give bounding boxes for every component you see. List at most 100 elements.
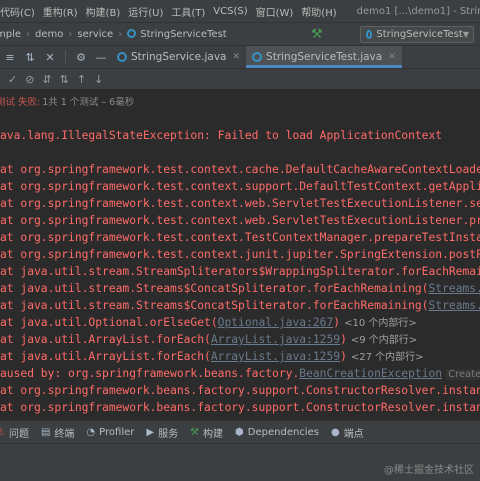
tool-window-problems[interactable]: ⚠问题	[0, 425, 29, 440]
tool-window-profiler[interactable]: ◔ Profiler	[86, 427, 134, 438]
menu-code[interactable]: 代码(C)	[0, 4, 39, 19]
stack-frame-text: at org.springframework.beans.factory.sup…	[0, 384, 480, 397]
stack-frame-text: at java.util.ArrayList.forEach(	[0, 350, 211, 363]
console-line: at java.util.stream.StreamSpliterators$W…	[0, 263, 480, 280]
console-line: at java.util.ArrayList.forEach(ArrayList…	[0, 348, 424, 365]
menu-bar: 代码(C) 重构(R) 构建(B) 运行(U) 工具(T) VCS(S) 窗口(…	[0, 0, 480, 23]
source-link[interactable]: BeanCreationException	[299, 367, 442, 380]
menu-window[interactable]: 窗口(W)	[252, 4, 298, 19]
stack-frame-text: at org.springframework.test.context.supp…	[0, 180, 480, 193]
console-line: at org.springframework.beans.factory.sup…	[0, 399, 480, 416]
console-line: at java.util.stream.Streams$ConcatSplite…	[0, 280, 480, 297]
breadcrumb-class[interactable]: StringServiceTest	[127, 28, 227, 40]
close-icon[interactable]: ✕	[232, 52, 240, 62]
tool-window-label: 问题	[8, 428, 29, 440]
down-icon[interactable]: ↓	[94, 73, 103, 86]
source-link[interactable]: Streams.java	[428, 299, 480, 312]
collapse-icon[interactable]: ⇅	[22, 51, 38, 64]
create-breakpoint-link[interactable]: Create breakpoi	[446, 369, 480, 380]
tool-window-breakpoints[interactable]: ● 端点	[331, 425, 364, 440]
profiler-icon: ◔	[86, 426, 96, 438]
tab-string-service-test[interactable]: StringServiceTest.java ✕	[246, 46, 402, 68]
sort-alpha-icon[interactable]: ⇅	[60, 73, 69, 86]
dependencies-icon: ⬢	[235, 426, 244, 438]
source-link[interactable]: Streams.java	[428, 282, 480, 295]
test-toolbar: ✓ ⊘ ⇵ ⇅ ↑ ↓	[0, 69, 480, 90]
breadcrumb-demo[interactable]: demo	[35, 29, 63, 40]
test-summary: 1共 1 个测试 – 6毫秒	[42, 96, 135, 108]
tool-window-label: Dependencies	[247, 426, 319, 438]
test-status: 测试 失败: 1共 1 个测试 – 6毫秒	[0, 90, 480, 111]
watermark: @稀土掘金技术社区	[384, 465, 474, 476]
run-config-dropdown[interactable]: StringServiceTest ▼	[360, 26, 474, 43]
breadcrumb-project[interactable]: mple	[0, 29, 21, 40]
stack-frame-text: at java.util.stream.Streams$ConcatSplite…	[0, 282, 429, 295]
console-line: aused by: org.springframework.beans.fact…	[0, 365, 480, 382]
class-icon	[252, 52, 263, 62]
menu-run[interactable]: 运行(U)	[124, 4, 167, 19]
stack-frame-text: at java.util.Optional.orElseGet(	[0, 316, 218, 329]
tool-window-services[interactable]: ▶ 服务	[146, 425, 178, 440]
tab-string-service[interactable]: StringService.java ✕	[111, 46, 246, 68]
up-icon[interactable]: ↑	[77, 73, 86, 86]
folded-lines-toggle[interactable]: <10 个内部行>	[344, 318, 417, 329]
check-icon[interactable]: ✓	[8, 73, 17, 86]
folded-lines-toggle[interactable]: <9 个内部行>	[351, 335, 417, 346]
caused-by-text: aused by: org.springframework.beans.fact…	[0, 367, 300, 380]
console-line: at org.springframework.test.context.web.…	[0, 195, 480, 212]
close-panel-icon[interactable]: ✕	[42, 51, 58, 64]
tab-label: StringService.java	[131, 51, 227, 63]
console-line: at java.util.Optional.orElseGet(Optional…	[0, 314, 417, 331]
menu-help[interactable]: 帮助(H)	[297, 4, 340, 19]
console-line: at java.util.ArrayList.forEach(ArrayList…	[0, 331, 417, 348]
console-line: at org.springframework.test.context.cach…	[0, 161, 480, 178]
services-icon: ▶	[146, 426, 155, 438]
stack-frame-text: at java.util.stream.Streams$ConcatSplite…	[0, 299, 429, 312]
tool-window-bar: ⚠问题 ▤终端 ◔Profiler ▶服务 ⚒构建 ⬢Dependencies ●端点	[0, 420, 480, 443]
tool-window-label: 构建	[203, 428, 224, 440]
gear-icon[interactable]: ⚙	[73, 51, 89, 64]
console-line: at org.springframework.test.context.juni…	[0, 246, 480, 263]
stack-frame-text: ava.lang.IllegalStateException: Failed t…	[0, 129, 443, 142]
menu-vcs[interactable]: VCS(S)	[209, 6, 251, 17]
tool-window-build[interactable]: ⚒ 构建	[190, 425, 223, 440]
terminal-icon: ▤	[40, 426, 51, 438]
window-title: demo1 [...\demo1] - StringServiceTe	[356, 5, 480, 17]
paren-close: )	[333, 316, 341, 329]
console-line: at org.springframework.test.context.web.…	[0, 212, 480, 229]
build-icon: ⚒	[190, 426, 200, 438]
tool-window-terminal[interactable]: ▤ 终端	[41, 425, 74, 440]
minimize-icon[interactable]: —	[93, 51, 109, 64]
console-line: at java.util.stream.Streams$ConcatSplite…	[0, 297, 480, 314]
status-bar: @稀土掘金技术社区	[0, 443, 480, 481]
nav-actions: ⚒	[306, 23, 328, 45]
source-link[interactable]: ArrayList.java:1259	[211, 350, 340, 363]
breadcrumb-service[interactable]: service	[77, 29, 113, 40]
tab-label: StringServiceTest.java	[266, 51, 383, 63]
source-link[interactable]: Optional.java:267	[218, 316, 334, 329]
paren-close: )	[340, 333, 347, 346]
toolbar-divider	[65, 50, 66, 64]
align-icon[interactable]: ≡	[2, 51, 18, 64]
hammer-icon[interactable]: ⚒	[311, 27, 323, 42]
stack-frame-text: at org.springframework.test.context.web.…	[0, 214, 480, 227]
menu-refactor[interactable]: 重构(R)	[39, 4, 82, 19]
folded-lines-toggle[interactable]: <27 个内部行>	[351, 352, 424, 363]
source-link[interactable]: ArrayList.java:1259	[211, 333, 340, 346]
close-icon[interactable]: ✕	[388, 52, 396, 62]
console-output[interactable]: ava.lang.IllegalStateException: Failed t…	[0, 112, 480, 420]
menu-tools[interactable]: 工具(T)	[167, 4, 209, 19]
stack-frame-text: at org.springframework.test.context.Test…	[0, 231, 480, 244]
console-line: at org.springframework.beans.factory.sup…	[0, 382, 480, 399]
tool-window-label: 服务	[158, 428, 179, 440]
stop-icon[interactable]: ⊘	[25, 73, 34, 86]
menu-build[interactable]: 构建(B)	[82, 4, 125, 19]
tool-window-dependencies[interactable]: ⬢ Dependencies	[235, 427, 319, 438]
tool-window-label: Profiler	[99, 426, 135, 438]
paren-close: )	[340, 350, 347, 363]
chevron-right-icon: ›	[118, 28, 123, 40]
stack-frame-text: at org.springframework.test.context.cach…	[0, 163, 480, 176]
console-line: at org.springframework.test.context.Test…	[0, 229, 480, 246]
sort-icon[interactable]: ⇵	[42, 73, 51, 86]
stack-frame-text: at org.springframework.test.context.web.…	[0, 197, 480, 210]
